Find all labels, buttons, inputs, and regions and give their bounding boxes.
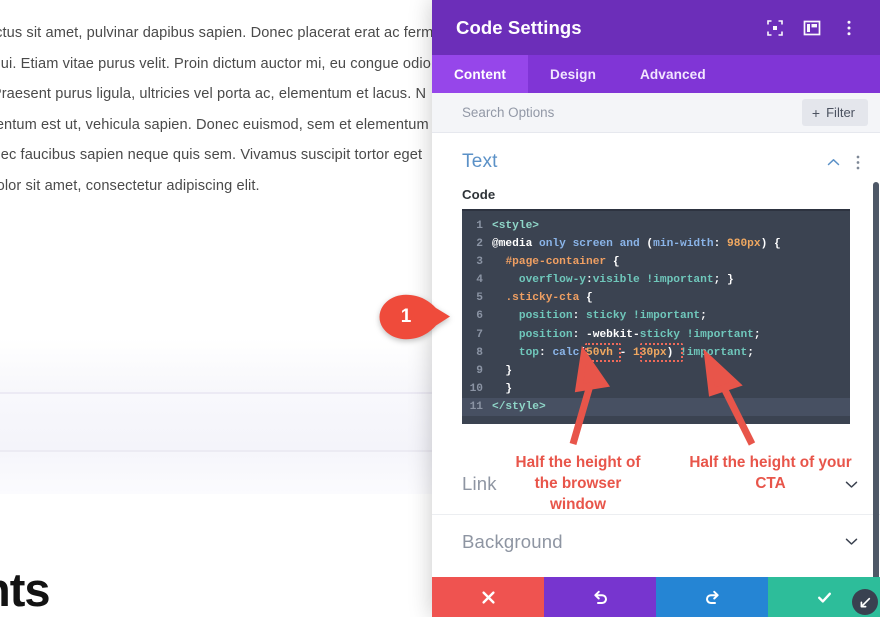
code-settings-modal: Code Settings Con [432,0,880,617]
redo-button[interactable] [656,577,768,617]
code-line-number: 3 [462,253,492,271]
code-line-text: .sticky-cta { [492,289,593,307]
undo-icon [592,589,609,606]
code-line-text: #page-container { [492,253,620,271]
search-bar: + Filter [432,93,880,133]
option-row-label: Background [462,531,843,553]
modal-tabs: Content Design Advanced [432,55,880,93]
kebab-menu-icon[interactable] [840,19,858,37]
tab-design[interactable]: Design [528,55,618,93]
modal-body: Text Code 1<style>2@media only screen an… [432,133,880,568]
option-row-background[interactable]: Background [432,514,880,568]
code-line-number: 2 [462,235,492,253]
page-paragraph: c lectus sit amet, pulvinar dapibus sapi… [0,0,452,201]
undo-button[interactable] [544,577,656,617]
paragraph-line: la. Praesent purus ligula, ultricies vel… [0,79,452,110]
checkmark-icon [816,589,833,606]
page-heading-fragment: nts [0,566,50,613]
code-line-number: 11 [462,398,492,416]
code-line-text: } [492,362,512,380]
code-line: 4 overflow-y:visible !important; } [462,271,850,289]
modal-action-bar [432,577,880,617]
section-kebab-menu-icon[interactable] [850,154,866,171]
page-section-band [0,394,444,450]
code-line-number: 8 [462,344,492,362]
paragraph-line: m dolor sit amet, consectetur adipiscing… [0,171,452,202]
resize-handle[interactable] [852,589,878,615]
code-line: 11</style> [462,398,850,416]
filter-button[interactable]: + Filter [802,99,868,126]
code-line: 1<style> [462,217,850,235]
paragraph-line: dimentum est ut, vehicula sapien. Donec … [0,110,452,141]
resize-arrow-icon [860,597,871,608]
code-line: 3 #page-container { [462,253,850,271]
redo-icon [704,589,721,606]
chevron-up-icon[interactable] [825,154,842,171]
code-field-label: Code [432,179,880,209]
code-line-text: } [492,380,512,398]
page-section-band [0,338,444,392]
code-line: 9 } [462,362,850,380]
page-section-band [0,494,444,617]
paragraph-line: c lectus sit amet, pulvinar dapibus sapi… [0,18,452,49]
code-line-text: <style> [492,217,539,235]
paragraph-line: m, nec faucibus sapien neque quis sem. V… [0,140,452,171]
paragraph-line: ue dui. Etiam vitae purus velit. Proin d… [0,49,452,80]
code-line: 8 top: calc(50vh - 130px) !important; [462,344,850,362]
cancel-button[interactable] [432,577,544,617]
code-line-number: 4 [462,271,492,289]
plus-icon: + [812,106,820,120]
close-icon [480,589,497,606]
section-header-text[interactable]: Text [432,133,880,179]
search-input[interactable] [462,105,802,120]
scrollbar-thumb[interactable] [873,182,879,612]
code-line: 2@media only screen and (min-width: 980p… [462,235,850,253]
tab-advanced[interactable]: Advanced [618,55,728,93]
chevron-down-icon[interactable] [843,476,860,493]
modal-header-actions [766,19,864,37]
focus-target-icon[interactable] [766,19,784,37]
code-editor[interactable]: 1<style>2@media only screen and (min-wid… [462,209,850,424]
screenshot-root: c lectus sit amet, pulvinar dapibus sapi… [0,0,880,617]
code-line-number: 5 [462,289,492,307]
code-line: 10 } [462,380,850,398]
code-line-number: 7 [462,326,492,344]
code-line-text: top: calc(50vh - 130px) !important; [492,344,754,362]
modal-header: Code Settings [432,0,880,55]
section-title: Text [462,151,825,173]
code-line-text: </style> [492,398,546,416]
tab-content[interactable]: Content [432,55,528,93]
code-line-text: position: sticky !important; [492,307,707,325]
layout-panel-icon[interactable] [803,19,821,37]
option-row-link[interactable]: Link [432,454,880,514]
code-line: 6 position: sticky !important; [462,307,850,325]
code-line: 7 position: -webkit-sticky !important; [462,326,850,344]
filter-button-label: Filter [826,105,855,120]
scrollbar-track[interactable] [873,90,880,527]
code-line-number: 10 [462,380,492,398]
chevron-down-icon[interactable] [843,533,860,550]
code-line-number: 9 [462,362,492,380]
code-line: 5 .sticky-cta { [462,289,850,307]
page-section-band [0,452,444,494]
code-line-number: 1 [462,217,492,235]
code-line-text: overflow-y:visible !important; } [492,271,734,289]
option-row-label: Link [462,473,843,495]
code-line-text: @media only screen and (min-width: 980px… [492,235,781,253]
spacer [432,424,880,454]
page-title: Code Settings [456,17,766,39]
code-line-text: position: -webkit-sticky !important; [492,326,761,344]
code-line-number: 6 [462,307,492,325]
